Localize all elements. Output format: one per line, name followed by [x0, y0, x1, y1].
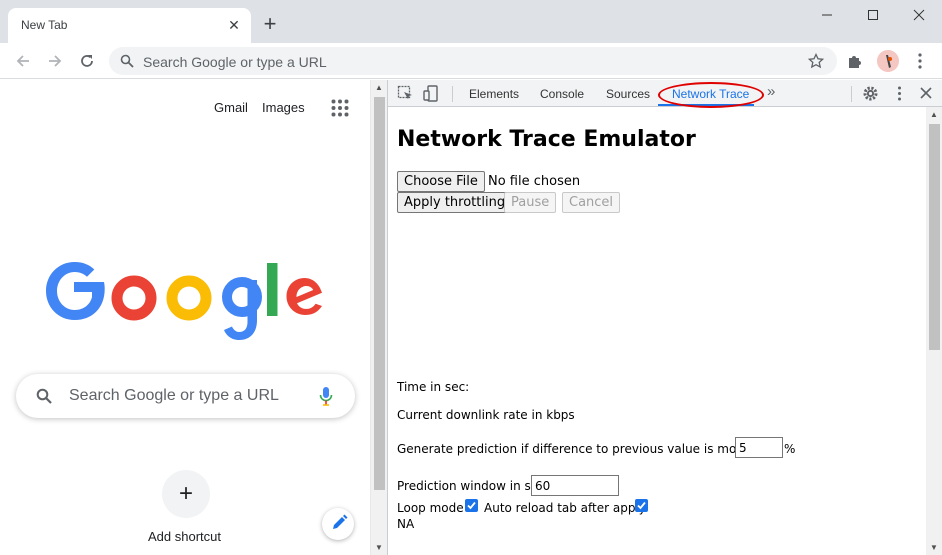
loop-mode-label: Loop mode	[397, 501, 464, 515]
page-scrollbar[interactable]: ▲ ▼	[370, 80, 387, 555]
prediction-threshold-label: Generate prediction if difference to pre…	[397, 442, 780, 456]
add-shortcut-label: Add shortcut	[148, 529, 221, 544]
prediction-window-label: Prediction window in sec	[397, 479, 545, 493]
settings-gear-icon[interactable]	[862, 85, 879, 102]
prediction-window-input[interactable]	[531, 475, 619, 496]
tab-elements[interactable]: Elements	[469, 87, 519, 101]
title-bar: New Tab ✕ +	[0, 0, 942, 43]
scrollbar-thumb[interactable]	[929, 124, 940, 350]
page-title: Network Trace Emulator	[397, 127, 696, 152]
tab-console[interactable]: Console	[540, 87, 584, 101]
minimize-icon[interactable]	[812, 4, 842, 26]
forward-arrow-icon[interactable]	[46, 52, 64, 70]
toolbar-divider	[452, 86, 453, 102]
apply-throttling-button[interactable]: Apply throttling	[397, 192, 513, 213]
gmail-link[interactable]: Gmail	[214, 100, 248, 115]
scroll-down-arrow-icon[interactable]: ▼	[375, 543, 383, 552]
reload-icon[interactable]	[78, 52, 96, 70]
inspect-element-icon[interactable]	[397, 85, 414, 102]
ntp-search-placeholder: Search Google or type a URL	[69, 387, 279, 404]
percent-label: %	[784, 442, 796, 456]
ntp-search-box[interactable]: Search Google or type a URL	[16, 374, 355, 418]
scroll-up-arrow-icon[interactable]: ▲	[930, 110, 938, 119]
highlight-annotation-ellipse	[658, 82, 764, 108]
devtools-scrollbar[interactable]: ▲ ▼	[926, 107, 942, 555]
search-icon	[120, 54, 134, 73]
tab-new-tab[interactable]: New Tab ✕	[8, 8, 251, 43]
extensions-puzzle-icon[interactable]	[846, 52, 864, 75]
loop-mode-checkbox[interactable]	[465, 499, 478, 512]
omnibox[interactable]: Search Google or type a URL	[109, 47, 837, 75]
images-link[interactable]: Images	[262, 100, 305, 115]
scroll-down-arrow-icon[interactable]: ▼	[930, 543, 938, 552]
tab-close-icon[interactable]: ✕	[225, 16, 243, 34]
tab-sources[interactable]: Sources	[606, 87, 650, 101]
tab-title: New Tab	[21, 18, 68, 32]
customize-pencil-icon[interactable]	[322, 508, 354, 540]
auto-reload-checkbox[interactable]	[635, 499, 648, 512]
device-toggle-icon[interactable]	[423, 85, 440, 102]
more-tabs-icon[interactable]: »	[767, 83, 775, 100]
scroll-up-arrow-icon[interactable]: ▲	[375, 83, 383, 92]
devtools-toolbar: Elements Console Sources Network Trace »	[388, 80, 942, 108]
scrollbar-thumb[interactable]	[374, 97, 385, 490]
time-label: Time in sec:	[397, 380, 470, 394]
google-logo	[46, 240, 326, 345]
auto-reload-label: Auto reload tab after apply	[484, 501, 646, 515]
prediction-threshold-input[interactable]	[735, 437, 783, 458]
choose-file-button[interactable]: Choose File	[397, 171, 485, 192]
star-icon[interactable]	[807, 52, 825, 74]
pause-button[interactable]: Pause	[504, 192, 557, 213]
omnibox-placeholder: Search Google or type a URL	[143, 54, 327, 70]
more-vert-icon[interactable]	[913, 51, 927, 71]
new-tab-button[interactable]: +	[260, 13, 280, 35]
profile-avatar[interactable]	[877, 50, 899, 72]
devtools-panel: Elements Console Sources Network Trace »…	[387, 80, 942, 555]
browser-toolbar: Search Google or type a URL	[0, 43, 942, 79]
downlink-label: Current downlink rate in kbps	[397, 408, 575, 422]
close-icon[interactable]	[904, 4, 934, 26]
status-text: NA	[397, 517, 415, 531]
add-shortcut-button[interactable]: +	[162, 470, 210, 518]
new-tab-page: Gmail Images Search Google or type a URL…	[0, 80, 370, 555]
cancel-button[interactable]: Cancel	[562, 192, 621, 213]
close-devtools-icon[interactable]	[918, 85, 935, 102]
file-status: No file chosen	[488, 174, 581, 189]
network-trace-panel: Network Trace Emulator Choose File No fi…	[388, 107, 926, 555]
apps-grid-icon[interactable]	[331, 99, 349, 117]
back-arrow-icon[interactable]	[14, 52, 32, 70]
search-icon	[36, 388, 52, 409]
mic-icon[interactable]	[319, 386, 333, 411]
maximize-icon[interactable]	[858, 4, 888, 26]
toolbar-divider	[851, 86, 852, 102]
more-vert-icon[interactable]	[891, 85, 908, 102]
